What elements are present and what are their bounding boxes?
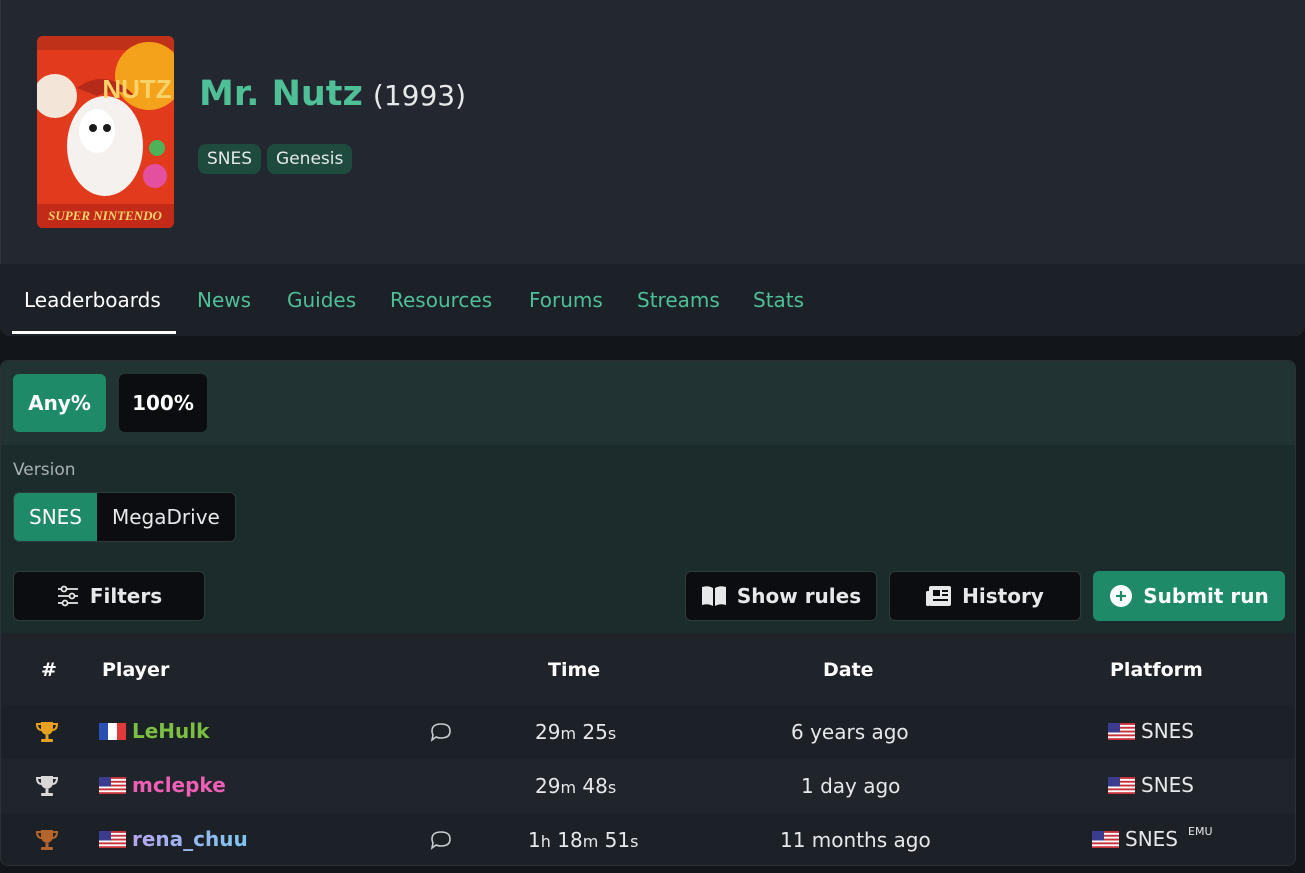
history-label: History	[962, 584, 1044, 608]
platform-tags: SNES Genesis	[198, 144, 353, 174]
run-time: 1h 18m 51s	[528, 828, 639, 852]
version-label: Version	[13, 460, 76, 480]
tab-stats[interactable]: Stats	[753, 288, 804, 312]
player-name[interactable]: LeHulk	[132, 719, 209, 743]
game-year: (1993)	[372, 79, 467, 112]
silver-trophy-icon	[35, 776, 59, 796]
run-date: 1 day ago	[801, 774, 901, 798]
leaderboard-panel: Any% 100% Version SNES MegaDrive Filters	[0, 360, 1296, 866]
col-time[interactable]: Time	[548, 659, 600, 681]
category-any-percent[interactable]: Any%	[13, 374, 106, 432]
history-button[interactable]: History	[889, 571, 1081, 621]
player-name[interactable]: mclepke	[132, 773, 226, 797]
game-cover-image[interactable]: SUPER NINTENDO NUTZ	[37, 36, 174, 228]
table-row[interactable]: mclepke 29m 48s 1 day ago SNES	[1, 759, 1295, 813]
game-nav-tabs: Leaderboards News Guides Resources Forum…	[0, 264, 1305, 336]
player-cell: mclepke	[99, 773, 226, 797]
col-platform: Platform	[1110, 659, 1203, 681]
show-rules-label: Show rules	[736, 584, 862, 608]
filters-button[interactable]: Filters	[13, 571, 205, 621]
platform-cell: SNES	[1108, 719, 1194, 743]
usa-flag-icon	[1092, 830, 1119, 848]
platform-tag-genesis[interactable]: Genesis	[267, 144, 353, 174]
platform-name: SNES	[1125, 827, 1178, 851]
run-time: 29m 48s	[535, 774, 617, 798]
category-100-percent[interactable]: 100%	[119, 374, 207, 432]
usa-flag-icon	[99, 830, 126, 848]
game-title-row: Mr. Nutz (1993)	[199, 74, 466, 114]
tab-forums[interactable]: Forums	[529, 288, 603, 312]
run-date: 6 years ago	[791, 720, 909, 744]
submit-run-label: Submit run	[1143, 584, 1269, 608]
run-time: 29m 25s	[535, 720, 617, 744]
plus-circle-icon	[1110, 585, 1133, 607]
svg-text:NUTZ: NUTZ	[102, 74, 171, 104]
leaderboard-table-header: # Player Time Date Platform	[1, 633, 1295, 705]
player-cell: rena_chuu	[99, 827, 248, 851]
usa-flag-icon	[1108, 722, 1135, 740]
book-open-icon	[701, 586, 726, 606]
bronze-trophy-icon	[35, 830, 59, 850]
platform-cell: SNES EMU	[1092, 824, 1213, 851]
col-player: Player	[102, 659, 170, 681]
usa-flag-icon	[99, 776, 126, 794]
tab-resources[interactable]: Resources	[390, 288, 492, 312]
player-name[interactable]: rena_chuu	[132, 827, 248, 851]
platform-tag-snes[interactable]: SNES	[198, 144, 262, 174]
platform-name: SNES	[1141, 773, 1194, 797]
table-row[interactable]: rena_chuu 1h 18m 51s 11 months ago SNES …	[1, 813, 1295, 865]
comment-icon[interactable]	[430, 722, 452, 742]
emulator-badge: EMU	[1188, 824, 1213, 838]
tab-leaderboards[interactable]: Leaderboards	[24, 288, 161, 312]
usa-flag-icon	[1108, 776, 1135, 794]
run-date: 11 months ago	[780, 828, 931, 852]
tab-streams[interactable]: Streams	[637, 288, 720, 312]
filter-area: Version SNES MegaDrive Filters Show rule…	[1, 445, 1295, 633]
newspaper-icon	[926, 586, 952, 606]
player-cell: LeHulk	[99, 719, 209, 743]
tab-guides[interactable]: Guides	[287, 288, 356, 312]
gold-trophy-icon	[35, 722, 59, 742]
comment-icon[interactable]	[430, 830, 452, 850]
col-date[interactable]: Date	[823, 659, 874, 681]
filters-label: Filters	[89, 584, 163, 608]
sliders-icon	[57, 585, 78, 607]
svg-text:SUPER NINTENDO: SUPER NINTENDO	[48, 208, 162, 223]
version-option-snes[interactable]: SNES	[14, 493, 97, 541]
version-option-megadrive[interactable]: MegaDrive	[97, 493, 235, 541]
col-rank: #	[41, 659, 57, 681]
tab-news[interactable]: News	[197, 288, 251, 312]
france-flag-icon	[99, 722, 126, 740]
category-bar: Any% 100%	[1, 361, 1295, 445]
game-title[interactable]: Mr. Nutz	[199, 74, 363, 114]
platform-name: SNES	[1141, 719, 1194, 743]
show-rules-button[interactable]: Show rules	[685, 571, 877, 621]
platform-cell: SNES	[1108, 773, 1194, 797]
table-row[interactable]: LeHulk 29m 25s 6 years ago SNES	[1, 705, 1295, 759]
submit-run-button[interactable]: Submit run	[1093, 571, 1285, 621]
active-tab-indicator	[12, 331, 176, 334]
version-selector: SNES MegaDrive	[13, 492, 236, 542]
